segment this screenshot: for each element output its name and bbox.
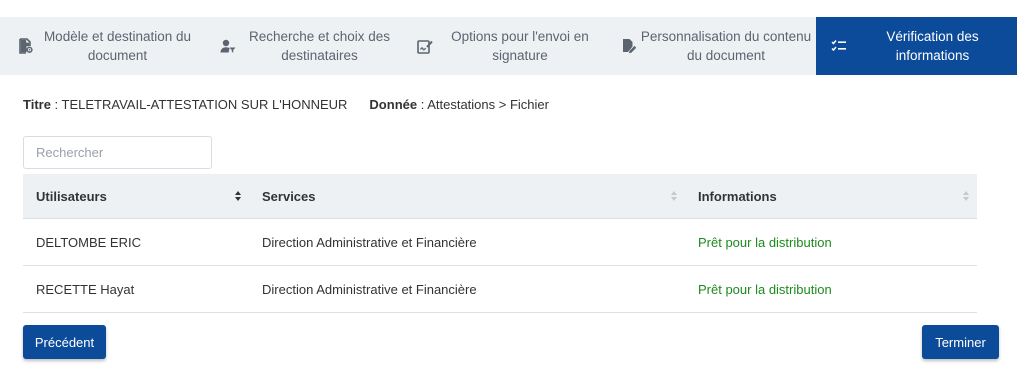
column-header-label: Informations — [698, 188, 777, 204]
title-value: TELETRAVAIL-ATTESTATION SUR L'HONNEUR — [61, 97, 348, 112]
sort-icon[interactable] — [671, 191, 677, 202]
document-edit-icon — [620, 37, 638, 55]
cell-user: DELTOMBE ERIC — [36, 234, 141, 250]
table-row[interactable]: RECETTE Hayat Direction Administrative e… — [23, 266, 977, 313]
column-header-services[interactable]: Services — [249, 174, 685, 218]
cell-service: Direction Administrative et Financière — [262, 234, 477, 250]
finish-button[interactable]: Terminer — [922, 325, 999, 359]
data-value: Attestations > Fichier — [427, 97, 549, 112]
step-content-customization[interactable]: Personnalisation du contenu du document — [610, 17, 816, 75]
step-verification[interactable]: Vérification des informations — [816, 17, 1017, 75]
data-label: Donnée — [369, 97, 418, 112]
recipients-table: Utilisateurs Services Informations DELTO… — [23, 174, 977, 313]
cell-status: Prêt pour la distribution — [698, 281, 832, 297]
column-header-label: Utilisateurs — [36, 188, 107, 204]
cell-status: Prêt pour la distribution — [698, 234, 832, 250]
sort-icon[interactable] — [235, 191, 241, 202]
cell-service: Direction Administrative et Financière — [262, 281, 477, 297]
column-header-users[interactable]: Utilisateurs — [23, 174, 249, 218]
sort-icon[interactable] — [963, 191, 969, 202]
stepper: Modèle et destination du document Recher… — [0, 17, 1017, 75]
cell-user: RECETTE Hayat — [36, 281, 135, 297]
step-label: Recherche et choix des destinataires — [248, 29, 391, 63]
table-header: Utilisateurs Services Informations — [23, 174, 977, 219]
step-signature-options[interactable]: Options pour l'envoi en signature — [404, 17, 610, 75]
column-header-informations[interactable]: Informations — [685, 174, 977, 218]
document-info: Titre : TELETRAVAIL-ATTESTATION SUR L'HO… — [23, 97, 549, 112]
step-label: Vérification des informations — [886, 29, 979, 63]
user-filter-icon — [219, 37, 237, 55]
search-input[interactable] — [23, 136, 212, 169]
checklist-icon — [830, 37, 848, 55]
document-settings-icon — [17, 37, 35, 55]
title-label: Titre — [23, 97, 51, 112]
column-header-label: Services — [262, 188, 316, 204]
signature-icon — [416, 37, 434, 55]
step-recipients[interactable]: Recherche et choix des destinataires — [202, 17, 404, 75]
table-row[interactable]: DELTOMBE ERIC Direction Administrative e… — [23, 219, 977, 266]
step-label: Personnalisation du contenu du document — [640, 29, 812, 63]
step-document-model[interactable]: Modèle et destination du document — [0, 17, 202, 75]
previous-button[interactable]: Précédent — [23, 325, 106, 359]
step-label: Options pour l'envoi en signature — [451, 29, 589, 63]
step-label: Modèle et destination du document — [43, 29, 192, 63]
